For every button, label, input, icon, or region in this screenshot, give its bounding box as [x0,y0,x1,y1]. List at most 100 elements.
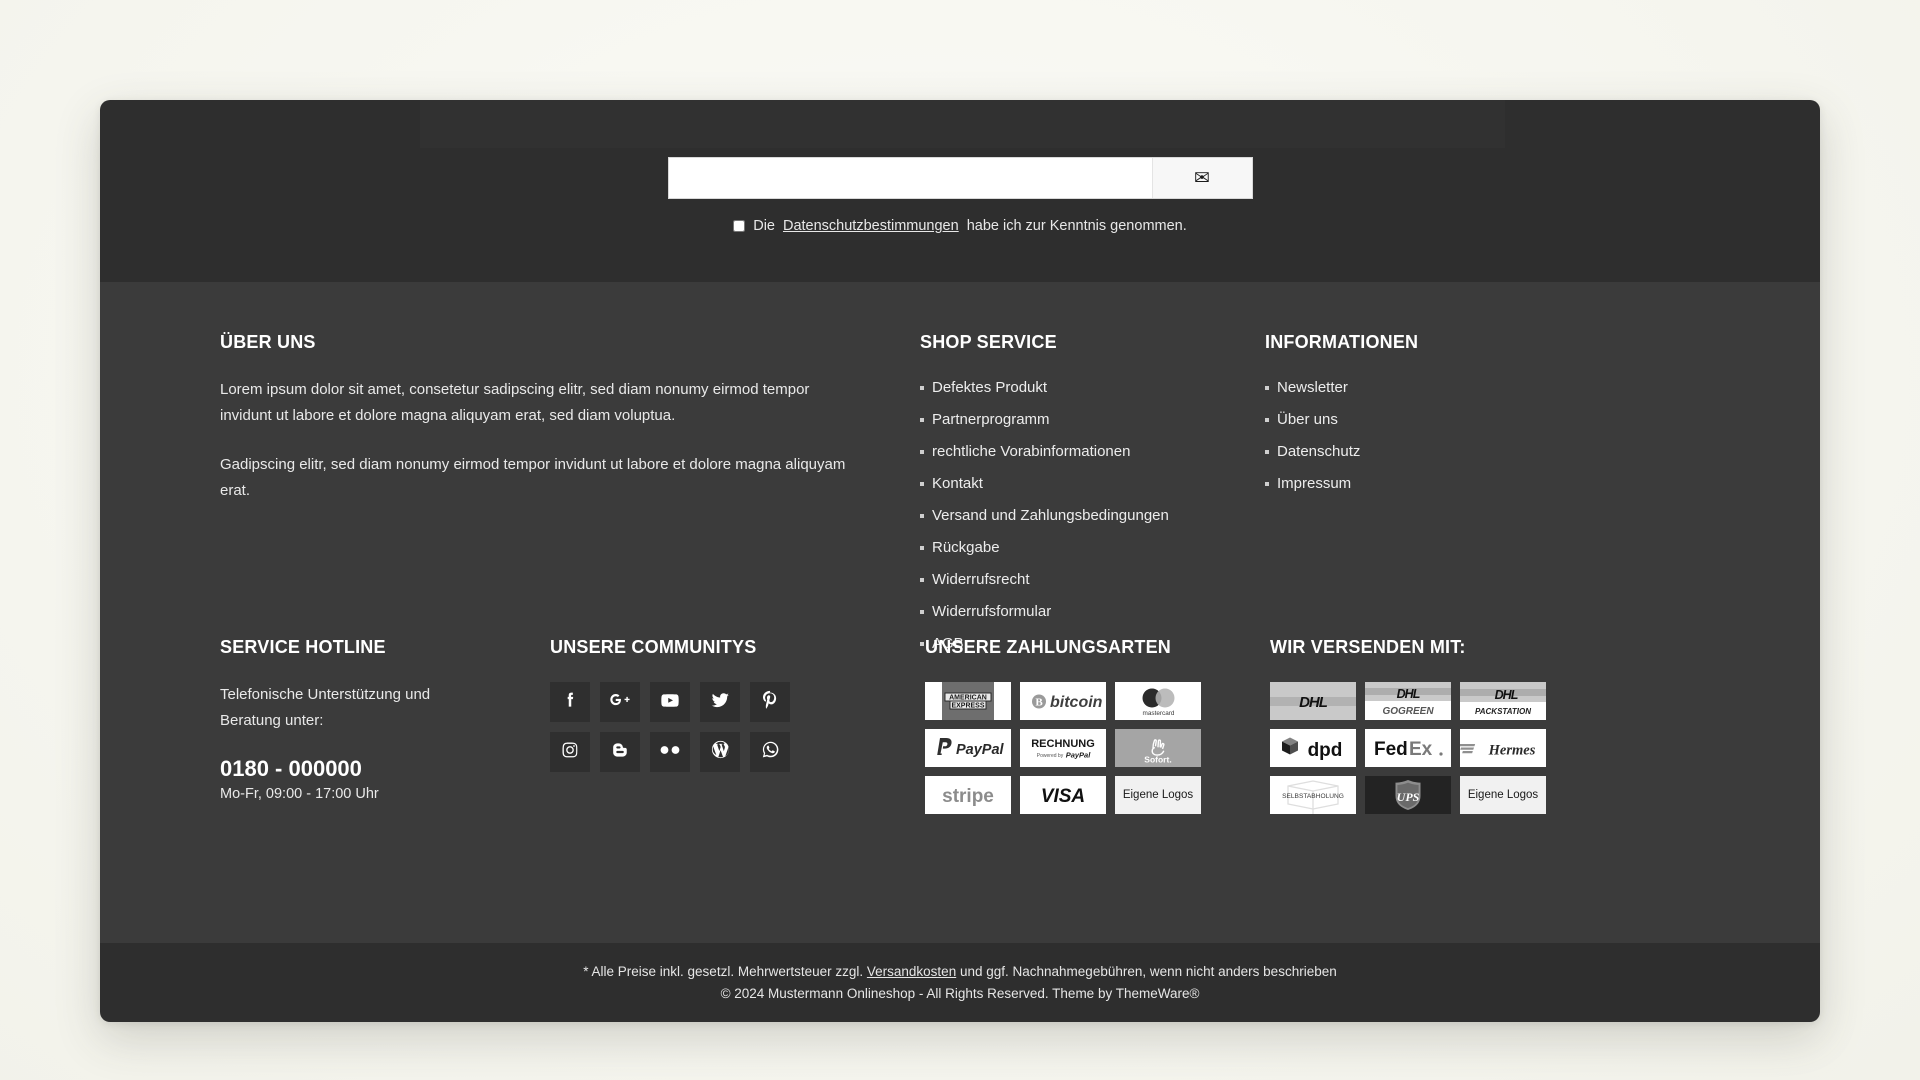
svg-text:EXPRESS: EXPRESS [951,703,984,710]
footer-main-section: ÜBER UNS Lorem ipsum dolor sit amet, con… [100,282,1820,943]
shop-service-list: Defektes Produkt Partnerprogramm rechtlich… [920,377,1265,655]
shipping-title: WIR VERSENDEN MIT: [1270,637,1466,657]
shop-service-link-5[interactable]: Rückgabe [920,537,1265,560]
footer-page-container: ✉ Die Datenschutzbestimmungen habe ich z… [100,100,1820,1022]
svg-text:PayPal: PayPal [956,742,1005,758]
svg-text:Sofort.: Sofort. [1144,755,1171,765]
dpd-logo: dpd [1270,729,1356,767]
eigene-logos-shipping: Eigene Logos [1460,776,1546,814]
twitter-icon [710,690,731,715]
shop-service-link-1[interactable]: Partnerprogramm [920,409,1265,432]
shop-service-column: SHOP SERVICE Defektes Produkt Partnerprog… [920,332,1265,664]
svg-text:DHL: DHL [1299,694,1328,711]
facebook-icon [560,690,580,715]
svg-text:RECHNUNG: RECHNUNG [1031,738,1095,750]
informationen-column: INFORMATIONEN Newsletter Über uns Datensch… [1265,332,1605,664]
social-link-flickr[interactable] [650,732,690,772]
shipping-costs-link[interactable]: Versandkosten [867,964,956,979]
svg-text:B: B [1035,697,1043,709]
payments-column: UNSERE ZAHLUNGSARTEN AMERICAN EXPRESS Bbit… [925,637,1270,814]
svg-text:mastercard: mastercard [1143,710,1175,717]
envelope-icon: ✉ [1194,167,1210,189]
shop-service-link-2[interactable]: rechtliche Vorabinformationen [920,441,1265,464]
newsletter-section: ✉ Die Datenschutzbestimmungen habe ich z… [100,100,1820,282]
hermes-logo: Hermes [1460,729,1546,767]
svg-text:Ex: Ex [1409,739,1433,760]
svg-text:Fed: Fed [1374,739,1408,760]
newsletter-headline-placeholder [420,100,1505,148]
mastercard-logo: mastercard [1115,682,1201,720]
fedex-logo: Fed Ex [1365,729,1451,767]
svg-text:stripe: stripe [942,786,994,807]
newsletter-form: ✉ [667,157,1253,199]
shop-service-link-3[interactable]: Kontakt [920,473,1265,496]
shop-service-link-6[interactable]: Widerrufsrecht [920,569,1265,592]
shop-service-link-7[interactable]: Widerrufsformular [920,601,1265,624]
social-link-whatsapp[interactable] [750,732,790,772]
paypal-logo: PayPal [925,729,1011,767]
social-link-instagram[interactable] [550,732,590,772]
shop-service-title: SHOP SERVICE [920,332,1057,352]
svg-text:dpd: dpd [1308,740,1343,761]
svg-text:bitcoin: bitcoin [1050,694,1103,711]
blogger-icon [610,740,630,765]
american-express-logo: AMERICAN EXPRESS [925,682,1011,720]
informationen-link-1[interactable]: Über uns [1265,409,1605,432]
privacy-policy-link[interactable]: Datenschutzbestimmungen [783,218,959,234]
youtube-icon [659,690,681,715]
newsletter-email-input[interactable] [668,158,1152,198]
google-plus-icon [609,690,631,715]
dhl-gogreen-logo: DHL GOGREEN [1365,682,1451,720]
svg-text:SELBSTABHOLUNG: SELBSTABHOLUNG [1282,793,1344,800]
social-link-facebook[interactable] [550,682,590,722]
svg-text:UPS: UPS [1397,790,1420,804]
shop-service-link-0[interactable]: Defektes Produkt [920,377,1265,400]
svg-text:PayPal: PayPal [1066,751,1092,760]
dhl-logo: DHL [1270,682,1356,720]
informationen-link-2[interactable]: Datenschutz [1265,441,1605,464]
svg-text:PACKSTATION: PACKSTATION [1475,707,1531,716]
privacy-consent-checkbox[interactable] [733,220,746,232]
shop-service-link-4[interactable]: Versand und Zahlungsbedingungen [920,505,1265,528]
footer-price-note-prefix: * Alle Preise inkl. gesetzl. Mehrwertste… [583,964,864,979]
selbstabholung-logo: SELBSTABHOLUNG [1270,776,1356,814]
social-link-youtube[interactable] [650,682,690,722]
svg-text:GOGREEN: GOGREEN [1382,706,1434,717]
svg-text:Powered by: Powered by [1037,753,1064,759]
footer-price-note: * Alle Preise inkl. gesetzl. Mehrwertste… [583,964,1336,979]
svg-text:Hermes: Hermes [1488,743,1536,759]
eigene-logos-shipping-label: Eigene Logos [1467,789,1539,801]
informationen-list: Newsletter Über uns Datenschutz Impressum [1265,377,1605,496]
newsletter-submit-button[interactable]: ✉ [1151,158,1252,198]
sofort-logo: Sofort. [1115,729,1201,767]
social-link-wordpress[interactable] [700,732,740,772]
payments-title: UNSERE ZAHLUNGSARTEN [925,637,1172,657]
social-link-google-plus[interactable] [600,682,640,722]
informationen-link-0[interactable]: Newsletter [1265,377,1605,400]
whatsapp-icon [760,739,781,765]
payment-logos-grid: AMERICAN EXPRESS Bbitcoin mastercard PayPal R… [925,682,1270,814]
social-link-blogger[interactable] [600,732,640,772]
service-hotline-hours: Mo-Fr, 09:00 - 17:00 Uhr [220,785,379,802]
shipping-logos-grid: DHL DHL GOGREEN DHL PACKSTATION dpd Fed Ex Herme… [1270,682,1610,814]
svg-text:DHL: DHL [1495,688,1518,702]
about-paragraph-2: Gadipscing elitr, sed diam nonumy eirmod… [220,455,846,499]
about-title: ÜBER UNS [220,332,316,352]
communities-column: UNSERE COMMUNITYS [550,637,925,814]
social-link-twitter[interactable] [700,682,740,722]
service-hotline-number: 0180 - 000000 [220,755,362,781]
informationen-link-3[interactable]: Impressum [1265,473,1605,496]
service-hotline-column: SERVICE HOTLINE Telefonische Unterstützu… [220,637,550,814]
social-links-grid [550,682,925,772]
svg-text:VISA: VISA [1041,786,1085,807]
social-link-pinterest[interactable] [750,682,790,722]
footer-bottom-bar: * Alle Preise inkl. gesetzl. Mehrwertste… [100,943,1820,1022]
service-hotline-description: Telefonische Unterstützung und Beratung … [220,686,431,729]
footer-top-columns: ÜBER UNS Lorem ipsum dolor sit amet, con… [100,282,1820,664]
communities-title: UNSERE COMMUNITYS [550,637,757,657]
privacy-text-suffix: habe ich zur Kenntnis genommen. [966,218,1187,234]
pinterest-icon [761,689,779,715]
rechnung-paypal-logo: RECHNUNG Powered by PayPal [1020,729,1106,767]
privacy-text-prefix: Die [753,218,775,234]
instagram-icon [560,740,580,765]
